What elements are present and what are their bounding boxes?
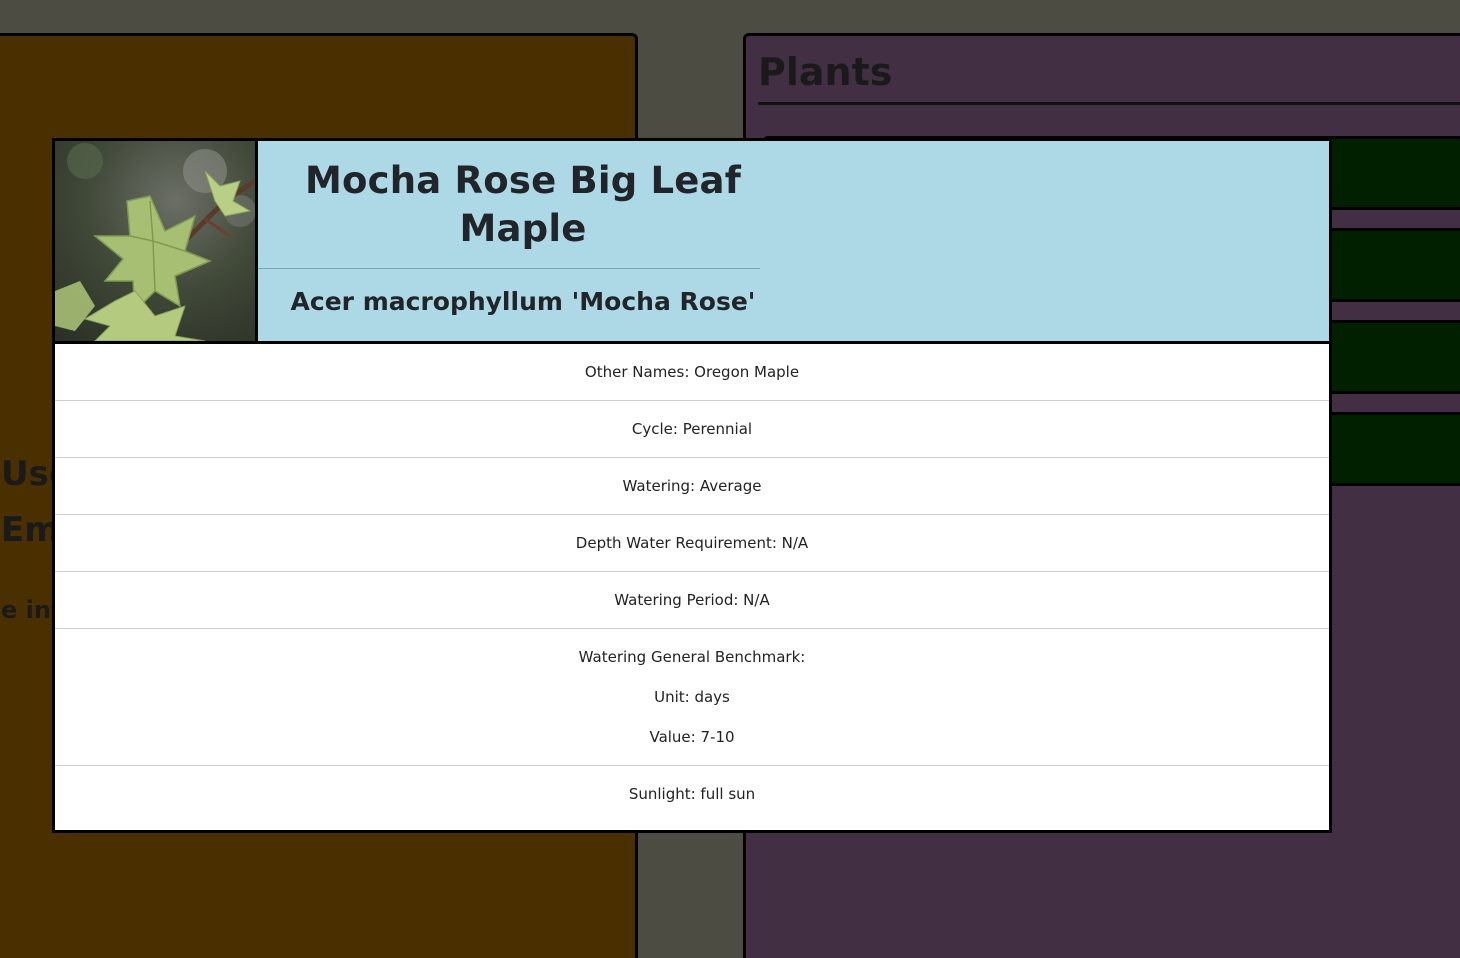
modal-header: Mocha Rose Big Leaf Maple Acer macrophyl… [55, 141, 1329, 344]
detail-text: Other Names: Oregon Maple [584, 363, 800, 381]
plant-detail-modal[interactable]: Mocha Rose Big Leaf Maple Acer macrophyl… [52, 138, 1332, 833]
detail-text: Sunlight: full sun [628, 785, 756, 803]
plant-photo [55, 141, 258, 341]
detail-text: Watering Period: N/A [614, 591, 770, 609]
detail-other-names: Other Names: Oregon Maple [55, 344, 1329, 401]
benchmark-title: Watering General Benchmark: [578, 648, 806, 666]
benchmark-unit: Unit: days [654, 688, 730, 706]
detail-cycle: Cycle: Perennial [55, 401, 1329, 458]
plants-title: Plants [758, 50, 893, 94]
detail-sunlight: Sunlight: full sun [55, 766, 1329, 822]
detail-depth-water: Depth Water Requirement: N/A [55, 515, 1329, 572]
detail-text: Watering: Average [622, 477, 762, 495]
plant-scientific-name: Acer macrophyllum 'Mocha Rose' [290, 287, 756, 316]
title-divider [258, 268, 760, 269]
plants-divider [758, 102, 1460, 105]
detail-text: Cycle: Perennial [631, 420, 753, 438]
maple-leaf-image [55, 141, 255, 341]
benchmark-value: Value: 7-10 [649, 728, 735, 746]
detail-watering-benchmark: Watering General Benchmark: Unit: days V… [55, 629, 1329, 766]
detail-watering: Watering: Average [55, 458, 1329, 515]
plant-details-list: Other Names: Oregon Maple Cycle: Perenni… [55, 344, 1329, 822]
detail-text: Depth Water Requirement: N/A [575, 534, 809, 552]
plant-title-block: Mocha Rose Big Leaf Maple Acer macrophyl… [258, 141, 760, 341]
plant-common-name: Mocha Rose Big Leaf Maple [304, 159, 742, 250]
app-stage: User Email e info Plants [0, 0, 1460, 958]
detail-watering-period: Watering Period: N/A [55, 572, 1329, 629]
